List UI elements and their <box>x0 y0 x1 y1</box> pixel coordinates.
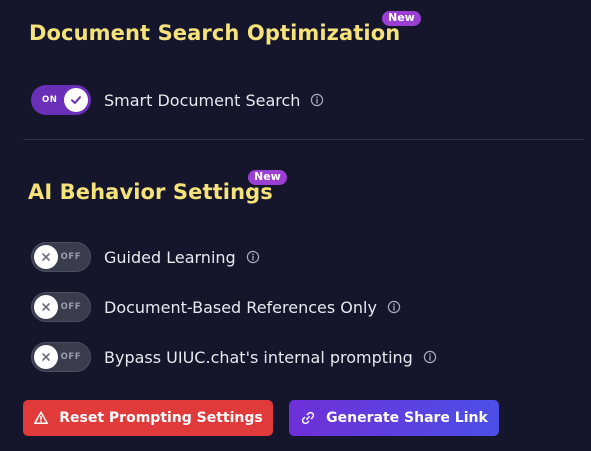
close-icon <box>42 253 50 261</box>
setting-label-bypass-internal-prompting: Bypass UIUC.chat's internal prompting <box>104 347 413 367</box>
toggle-state-text: OFF <box>60 252 81 262</box>
close-icon <box>42 303 50 311</box>
toggle-knob <box>34 295 58 319</box>
toggle-state-text: OFF <box>60 352 81 362</box>
setting-row-bypass-internal-prompting: OFF Bypass UIUC.chat's internal promptin… <box>31 342 437 372</box>
guided-learning-toggle[interactable]: OFF <box>31 242 91 272</box>
toggle-state-text: OFF <box>60 302 81 312</box>
setting-row-guided-learning: OFF Guided Learning <box>31 242 260 272</box>
document-search-title: Document Search Optimization <box>29 21 401 45</box>
close-icon <box>42 353 50 361</box>
setting-label-smart-document-search: Smart Document Search <box>104 90 301 110</box>
info-icon[interactable] <box>423 350 437 364</box>
info-icon[interactable] <box>310 93 324 107</box>
section-divider <box>23 139 584 140</box>
share-button-label: Generate Share Link <box>326 410 488 426</box>
bypass-internal-prompting-toggle[interactable]: OFF <box>31 342 91 372</box>
toggle-knob <box>34 245 58 269</box>
toggle-knob <box>64 88 88 112</box>
document-based-references-toggle[interactable]: OFF <box>31 292 91 322</box>
check-icon <box>71 96 81 104</box>
setting-row-document-based-references: OFF Document-Based References Only <box>31 292 401 322</box>
generate-share-link-button[interactable]: Generate Share Link <box>289 400 499 436</box>
toggle-state-text: ON <box>42 95 58 105</box>
new-badge-document-search: New <box>382 11 421 26</box>
setting-label-document-based-references: Document-Based References Only <box>104 297 377 317</box>
info-icon[interactable] <box>387 300 401 314</box>
smart-document-search-toggle[interactable]: ON <box>31 85 91 115</box>
warning-icon <box>33 410 49 426</box>
setting-row-smart-document-search: ON Smart Document Search <box>31 85 324 115</box>
ai-behavior-title: AI Behavior Settings <box>28 180 273 204</box>
reset-prompting-settings-button[interactable]: Reset Prompting Settings <box>23 400 273 436</box>
toggle-knob <box>34 345 58 369</box>
setting-label-guided-learning: Guided Learning <box>104 247 236 267</box>
link-icon <box>300 410 316 426</box>
new-badge-ai-behavior: New <box>248 170 287 185</box>
reset-button-label: Reset Prompting Settings <box>59 410 263 426</box>
info-icon[interactable] <box>246 250 260 264</box>
